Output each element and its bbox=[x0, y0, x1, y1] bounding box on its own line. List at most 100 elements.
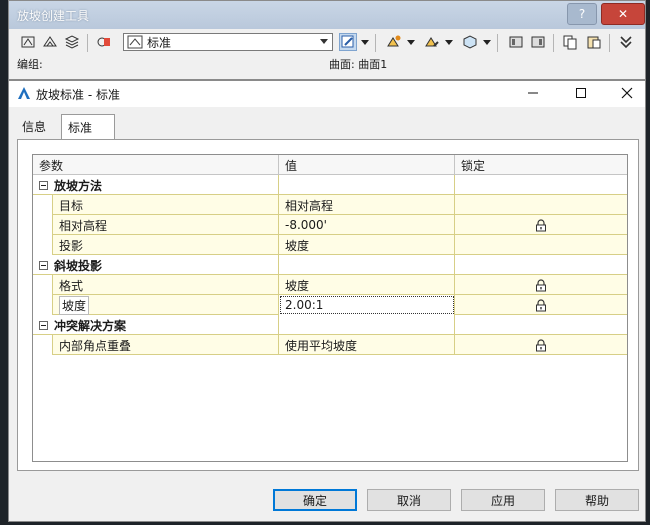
toolbar-status-bar: 编组: 曲面: 曲面1 bbox=[9, 55, 645, 79]
category-row-conflict-resolution[interactable]: 冲突解决方案 bbox=[33, 315, 627, 335]
target-surface-label: 曲面: 曲面1 bbox=[329, 58, 388, 71]
chevron-down-icon bbox=[320, 39, 328, 44]
copy-grading-icon[interactable] bbox=[561, 33, 579, 51]
collapse-icon bbox=[38, 180, 48, 190]
property-name: 投影 bbox=[53, 235, 279, 255]
category-lock-cell bbox=[455, 315, 627, 335]
lock-cell[interactable] bbox=[455, 195, 627, 215]
collapse-toggle[interactable] bbox=[33, 255, 53, 275]
lock-cell[interactable] bbox=[455, 275, 627, 295]
grading-creation-toolbar: 放坡创建工具 ? ✕ 标准 编组: 曲面: 曲面1 bbox=[8, 0, 646, 80]
collapse-icon bbox=[38, 320, 48, 330]
dialog-close-button[interactable] bbox=[617, 84, 637, 102]
property-value[interactable]: 相对高程 bbox=[279, 195, 455, 215]
edit-criteria-dropdown-arrow[interactable] bbox=[361, 40, 369, 45]
category-row-slope-projection[interactable]: 斜坡投影 bbox=[33, 255, 627, 275]
row-indent bbox=[33, 195, 53, 215]
lock-cell[interactable] bbox=[455, 295, 627, 315]
set-target-surface-icon[interactable] bbox=[41, 33, 59, 51]
category-row-grading-method[interactable]: 放坡方法 bbox=[33, 175, 627, 195]
minimize-button[interactable] bbox=[523, 84, 543, 102]
create-infill-icon[interactable] bbox=[461, 33, 479, 51]
set-grading-group-icon[interactable] bbox=[19, 33, 37, 51]
dialog-title: 放坡标准 - 标准 bbox=[36, 88, 120, 102]
paste-grading-icon[interactable] bbox=[585, 33, 603, 51]
toolbar-separator bbox=[609, 34, 610, 52]
help-button[interactable]: 帮助 bbox=[555, 489, 639, 511]
property-row-slope[interactable]: 坡度 2.00:1 bbox=[33, 295, 627, 315]
apply-button[interactable]: 应用 bbox=[461, 489, 545, 511]
row-indent bbox=[33, 275, 53, 295]
property-row-format[interactable]: 格式 坡度 bbox=[33, 275, 627, 295]
create-grading-icon[interactable] bbox=[385, 33, 403, 51]
collapse-toggle[interactable] bbox=[33, 315, 53, 335]
row-indent bbox=[33, 295, 53, 315]
minimize-icon bbox=[528, 92, 538, 94]
padlock-icon[interactable] bbox=[535, 338, 547, 352]
toolbar-separator bbox=[375, 34, 376, 52]
edit-grading-icon[interactable] bbox=[423, 33, 441, 51]
property-value-editor[interactable]: 2.00:1 bbox=[279, 295, 455, 315]
padlock-icon[interactable] bbox=[535, 218, 547, 232]
column-header-value[interactable]: 值 bbox=[279, 155, 455, 175]
column-header-parameter[interactable]: 参数 bbox=[33, 155, 279, 175]
ok-button[interactable]: 确定 bbox=[273, 489, 357, 511]
property-value[interactable]: 坡度 bbox=[279, 235, 455, 255]
dialog-titlebar: 放坡标准 - 标准 bbox=[9, 81, 645, 107]
create-infill-dropdown-arrow[interactable] bbox=[483, 40, 491, 45]
property-name-text: 坡度 bbox=[59, 295, 90, 315]
property-value[interactable]: -8.000' bbox=[279, 215, 455, 235]
cancel-button[interactable]: 取消 bbox=[367, 489, 451, 511]
edit-grading-dropdown-arrow[interactable] bbox=[445, 40, 453, 45]
help-glyph: ? bbox=[578, 7, 586, 21]
property-name: 内部角点重叠 bbox=[53, 335, 279, 355]
property-row-relative-elevation[interactable]: 相对高程 -8.000' bbox=[33, 215, 627, 235]
criteria-property-grid: 参数 值 锁定 放坡方法 目标 相对高程 相对高程 -8.000' 投影 坡度 … bbox=[32, 154, 628, 462]
create-grading-dropdown-arrow[interactable] bbox=[407, 40, 415, 45]
collapse-icon bbox=[38, 260, 48, 270]
toolbar-title: 放坡创建工具 bbox=[17, 9, 90, 23]
criteria-style-select[interactable]: 标准 bbox=[123, 33, 333, 51]
grading-criteria-dialog: 放坡标准 - 标准 信息 标准 参数 值 锁定 放坡方法 目标 相对高程 相对高… bbox=[8, 80, 646, 522]
property-row-projection[interactable]: 投影 坡度 bbox=[33, 235, 627, 255]
row-indent bbox=[33, 335, 53, 355]
civil3d-logo-icon bbox=[18, 87, 30, 99]
set-layers-icon[interactable] bbox=[63, 33, 81, 51]
toolbar-separator bbox=[553, 34, 554, 52]
grading-editor-icon[interactable] bbox=[529, 33, 547, 51]
property-row-internal-corner-overlap[interactable]: 内部角点重叠 使用平均坡度 bbox=[33, 335, 627, 355]
tab-criteria[interactable]: 标准 bbox=[61, 114, 115, 139]
padlock-icon[interactable] bbox=[535, 298, 547, 312]
column-header-lock[interactable]: 锁定 bbox=[455, 155, 627, 175]
lock-cell[interactable] bbox=[455, 215, 627, 235]
toolbar-titlebar: 放坡创建工具 ? ✕ bbox=[9, 1, 645, 29]
tab-info[interactable]: 信息 bbox=[15, 115, 57, 137]
lock-cell[interactable] bbox=[455, 235, 627, 255]
edit-criteria-icon[interactable] bbox=[339, 33, 357, 51]
category-value bbox=[279, 255, 455, 275]
property-value[interactable]: 使用平均坡度 bbox=[279, 335, 455, 355]
toolbar-close-button[interactable]: ✕ bbox=[601, 3, 645, 25]
collapse-toggle[interactable] bbox=[33, 175, 53, 195]
toolbar-help-button[interactable]: ? bbox=[567, 3, 597, 25]
lock-cell[interactable] bbox=[455, 335, 627, 355]
close-icon: ✕ bbox=[617, 7, 629, 21]
property-name: 坡度 bbox=[53, 295, 279, 315]
expand-toolbar-icon[interactable] bbox=[617, 33, 635, 51]
property-value[interactable]: 坡度 bbox=[279, 275, 455, 295]
property-row-target[interactable]: 目标 相对高程 bbox=[33, 195, 627, 215]
criteria-style-value: 标准 bbox=[147, 35, 172, 50]
grading-criteria-set-icon[interactable] bbox=[95, 33, 113, 51]
padlock-icon[interactable] bbox=[535, 278, 547, 292]
category-name: 冲突解决方案 bbox=[53, 315, 279, 335]
category-lock-cell bbox=[455, 255, 627, 275]
criteria-style-icon bbox=[127, 35, 143, 49]
grading-volume-tools-icon[interactable] bbox=[507, 33, 525, 51]
close-icon bbox=[621, 87, 633, 99]
category-value bbox=[279, 175, 455, 195]
maximize-icon bbox=[576, 88, 586, 98]
grading-group-label: 编组: bbox=[17, 58, 43, 71]
category-name: 放坡方法 bbox=[53, 175, 279, 195]
grid-header-row: 参数 值 锁定 bbox=[33, 155, 627, 175]
maximize-button[interactable] bbox=[571, 84, 591, 102]
